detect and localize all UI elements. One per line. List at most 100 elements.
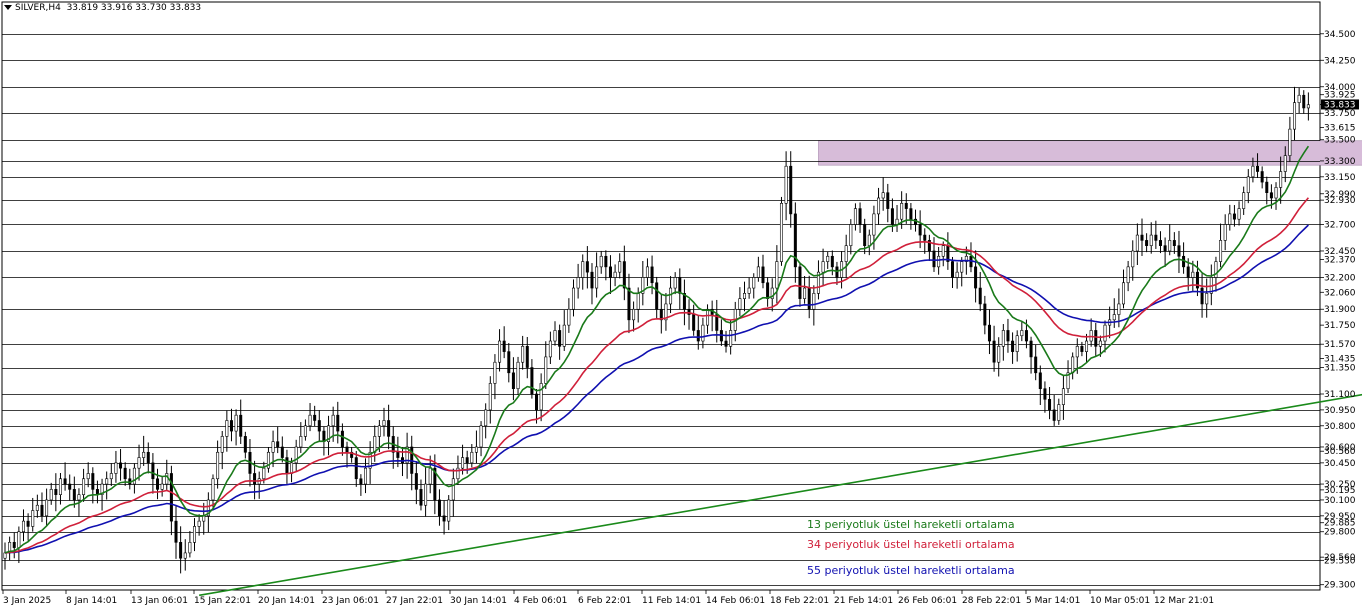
candle-body: [909, 208, 913, 220]
chevron-down-icon[interactable]: [4, 5, 12, 10]
y-tick-label: 32.200: [1324, 273, 1356, 283]
candle-body: [1302, 94, 1306, 109]
candle-body: [331, 414, 335, 427]
candle-body: [1029, 340, 1033, 358]
candle-body: [493, 361, 497, 384]
candle-body: [567, 308, 571, 326]
candle-body: [447, 499, 451, 522]
candle-body: [812, 293, 816, 310]
chart-header[interactable]: SILVER,H4 33.819 33.916 33.730 33.833: [4, 3, 201, 13]
candle-body: [507, 351, 511, 374]
candle-body: [424, 483, 428, 506]
candle-body: [1232, 213, 1236, 220]
candle-body: [49, 489, 53, 501]
candle-body: [738, 298, 742, 310]
candle-body: [1135, 234, 1139, 252]
candle-body: [428, 467, 432, 485]
candle-body: [109, 473, 113, 480]
candle-body: [853, 208, 857, 225]
x-tick-label: 13 Jan 06:01: [131, 596, 188, 606]
candle-body: [1020, 330, 1024, 337]
candle-body: [1177, 245, 1181, 257]
x-tick-label: 4 Feb 06:01: [514, 596, 567, 606]
candle-body: [82, 478, 86, 495]
candle-body: [1149, 234, 1153, 246]
candle-body: [622, 261, 626, 289]
candle-body: [974, 266, 978, 289]
candle-body: [137, 457, 141, 469]
candle-body: [1024, 330, 1028, 342]
candle-body: [1223, 224, 1227, 241]
candle-body: [918, 224, 922, 236]
candle-body: [340, 430, 344, 448]
candle-body: [253, 473, 257, 485]
candle-body: [867, 234, 871, 246]
candle-body: [571, 287, 575, 310]
candle-body: [960, 261, 964, 273]
candle-body: [849, 224, 853, 246]
candle-body: [1048, 398, 1052, 411]
candle-body: [1057, 404, 1061, 421]
candle-body: [192, 526, 196, 543]
candle-body: [1126, 266, 1130, 284]
candle-body: [983, 303, 987, 326]
candle-body: [1293, 102, 1297, 130]
candle-body: [1140, 234, 1144, 241]
candle-body: [706, 308, 710, 326]
candle-body: [40, 504, 44, 517]
y-tick-label: 30.450: [1324, 459, 1356, 469]
candle-body: [299, 436, 303, 448]
x-tick-label: 12 Mar 21:01: [1154, 596, 1214, 606]
candle-body: [595, 266, 599, 289]
candle-body: [1297, 94, 1301, 103]
candle-body: [1094, 330, 1098, 347]
y-tick-label: 33.925: [1324, 91, 1356, 101]
candle-body: [1075, 346, 1079, 358]
candle-body: [174, 520, 178, 543]
ohlc-values: 33.819 33.916 33.730 33.833: [66, 3, 202, 13]
candle-body: [669, 287, 673, 305]
x-tick-label: 3 Jan 2025: [3, 596, 51, 606]
candle-body: [1228, 213, 1232, 225]
candle-body: [539, 383, 543, 411]
candle-body: [830, 255, 834, 268]
candle-body: [858, 208, 862, 225]
candle-body: [1251, 165, 1255, 178]
x-tick-label: 10 Mar 05:01: [1090, 596, 1150, 606]
candle-body: [58, 478, 62, 495]
candle-body: [1306, 104, 1310, 109]
candle-body: [336, 414, 340, 432]
candle-body: [35, 504, 39, 511]
candle-body: [696, 330, 700, 342]
candle-body: [1168, 240, 1172, 252]
candle-body: [904, 202, 908, 209]
candle-body: [132, 467, 136, 485]
y-tick-label: 33.300: [1324, 157, 1356, 167]
candle-body: [414, 473, 418, 490]
candle-body: [886, 192, 890, 209]
candle-body: [45, 499, 49, 517]
candle-body: [63, 478, 67, 485]
x-tick-label: 21 Feb 14:01: [834, 596, 893, 606]
candle-body: [997, 346, 1001, 363]
x-tick-label: 20 Jan 14:01: [258, 596, 315, 606]
candle-body: [382, 420, 386, 427]
candle-body: [581, 261, 585, 278]
y-tick-label: 32.370: [1324, 255, 1356, 265]
price-chart[interactable]: 34.50034.25034.00033.92533.83333.75033.6…: [0, 0, 1362, 611]
candle-body: [992, 340, 996, 363]
candle-body: [12, 542, 16, 548]
candle-body: [211, 478, 215, 501]
candle-body: [1163, 245, 1167, 252]
candle-body: [377, 425, 381, 437]
candle-body: [599, 255, 603, 268]
candle-body: [673, 277, 677, 289]
candle-body: [775, 261, 779, 289]
x-tick-label: 6 Feb 22:01: [578, 596, 631, 606]
candle-body: [1191, 271, 1195, 278]
candle-body: [345, 446, 349, 453]
candle-body: [216, 451, 220, 480]
y-tick-label: 31.900: [1324, 305, 1356, 315]
candle-body: [151, 462, 155, 480]
candle-body: [923, 234, 927, 241]
